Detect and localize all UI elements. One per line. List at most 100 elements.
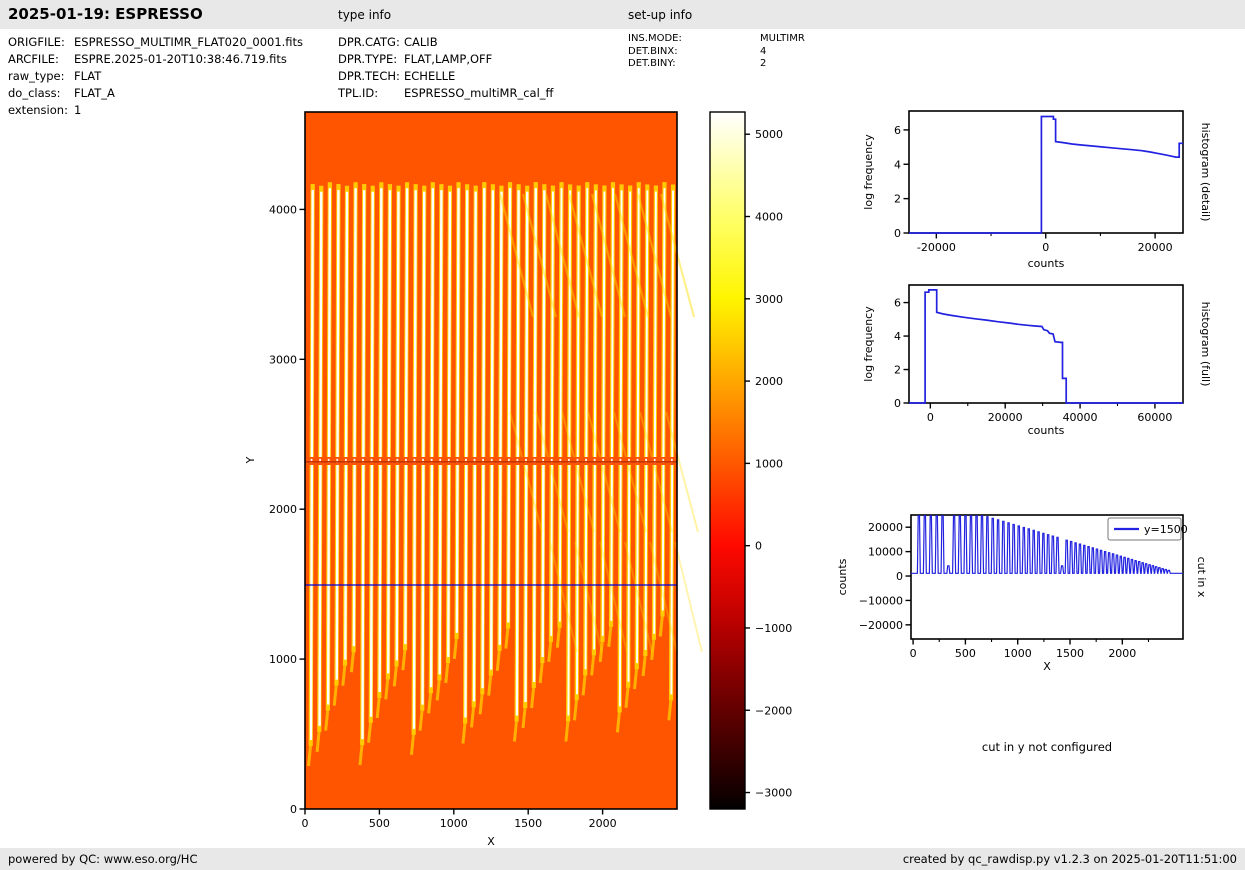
svg-text:1500: 1500 — [514, 817, 542, 830]
svg-text:y=1500: y=1500 — [1144, 523, 1188, 536]
svg-text:500: 500 — [369, 817, 390, 830]
type-info-row: DPR.TYPE: FLAT,LAMP,OFF — [338, 51, 553, 68]
cut-in-x-figure: 0 500 1000 1500 2000 20000 10000 0 −10000 −20000 y… — [836, 514, 1208, 673]
svg-text:2000: 2000 — [755, 375, 783, 388]
setup-info-row: INS.MODE: MULTIMR — [628, 33, 805, 46]
svg-text:500: 500 — [955, 647, 976, 660]
svg-text:0: 0 — [910, 647, 917, 660]
header-bar: 2025-01-19: ESPRESSO type info set-up in… — [0, 0, 1245, 29]
file-info-row: ORIGFILE: ESPRESSO_MULTIMR_FLAT020_0001.f… — [8, 34, 303, 51]
type-info-row: DPR.TECH: ECHELLE — [338, 68, 553, 85]
file-info-value: FLAT — [74, 69, 102, 83]
svg-text:1000: 1000 — [269, 653, 297, 666]
svg-text:1000: 1000 — [755, 457, 783, 470]
setup-info-value: MULTIMR — [760, 33, 805, 44]
svg-text:X: X — [487, 835, 495, 848]
svg-text:0: 0 — [1042, 241, 1049, 254]
type-info-label: DPR.TECH: — [338, 69, 400, 83]
svg-text:0: 0 — [290, 803, 297, 816]
type-info-table: DPR.CATG: CALIB DPR.TYPE: FLAT,LAMP,OFF DPR.… — [338, 34, 553, 102]
histogram-detail-figure: -20000 0 20000 0 2 4 6 counts log frequency histo… — [862, 110, 1212, 270]
hist_detail-curve — [909, 115, 1183, 234]
setup-info-row: DET.BINY: 2 — [628, 58, 805, 71]
setup-info-label: DET.BINX: — [628, 45, 678, 57]
file-info-label: ARCFILE: — [8, 52, 59, 66]
file-info-row: raw_type: FLAT — [8, 68, 303, 85]
histogram-full-figure: 0 20000 40000 60000 0 2 4 6 counts log frequency h… — [862, 284, 1212, 437]
svg-text:histogram (full): histogram (full) — [1199, 302, 1212, 387]
svg-text:2000: 2000 — [1108, 647, 1136, 660]
setup-info-table: INS.MODE: MULTIMR DET.BINX: 4 DET.BINY: 2 — [628, 33, 805, 71]
type-info-label: DPR.TYPE: — [338, 52, 398, 66]
setup-info-heading: set-up info — [628, 8, 693, 22]
hist_full-curve — [909, 289, 1183, 404]
qc-rawdisp-report: 2025-01-19: ESPRESSO type info set-up in… — [0, 0, 1245, 870]
file-info-value: FLAT_A — [74, 86, 115, 100]
svg-text:counts: counts — [1028, 257, 1065, 270]
svg-text:0: 0 — [755, 540, 762, 553]
svg-text:1500: 1500 — [1056, 647, 1084, 660]
svg-text:20000: 20000 — [988, 411, 1023, 424]
svg-text:2000: 2000 — [589, 817, 617, 830]
setup-info-label: INS.MODE: — [628, 33, 682, 44]
file-info-row: ARCFILE: ESPRE.2025-01-20T10:38:46.719.fi… — [8, 51, 303, 68]
svg-text:6: 6 — [894, 124, 901, 137]
type-info-label: DPR.CATG: — [338, 35, 400, 49]
svg-text:0: 0 — [894, 227, 901, 240]
legend: y=1500 — [1107, 517, 1188, 541]
svg-text:1000: 1000 — [440, 817, 468, 830]
svg-text:2000: 2000 — [269, 503, 297, 516]
svg-text:1000: 1000 — [1004, 647, 1032, 660]
type-info-heading: type info — [338, 8, 392, 22]
svg-text:4: 4 — [894, 158, 901, 171]
setup-info-value: 2 — [760, 58, 767, 69]
svg-text:log frequency: log frequency — [862, 306, 875, 382]
raw-frame-heatmap-figure: 0 500 1000 1500 2000 0 1000 2000 3000 4000 X Y 5000 4… — [244, 111, 792, 848]
svg-text:0: 0 — [894, 397, 901, 410]
heatmap-plot — [305, 112, 703, 809]
file-info-value: ESPRE.2025-01-20T10:38:46.719.fits — [74, 52, 287, 66]
svg-text:0: 0 — [927, 411, 934, 424]
type-info-value: ECHELLE — [404, 69, 456, 83]
footer-right-text: created by qc_rawdisp.py v1.2.3 on 2025-… — [902, 852, 1237, 866]
svg-text:−20000: −20000 — [859, 619, 903, 632]
svg-text:4000: 4000 — [269, 203, 297, 216]
file-info-label: raw_type: — [8, 69, 65, 83]
svg-text:−2000: −2000 — [755, 704, 792, 717]
svg-text:0: 0 — [896, 570, 903, 583]
setup-info-label: DET.BINY: — [628, 58, 676, 69]
setup-info-value: 4 — [760, 45, 767, 57]
svg-text:-20000: -20000 — [917, 241, 956, 254]
svg-text:6: 6 — [894, 297, 901, 310]
svg-text:2: 2 — [894, 193, 901, 206]
footer-left-text: powered by QC: www.eso.org/HC — [8, 852, 198, 866]
svg-text:counts: counts — [1028, 424, 1065, 437]
svg-text:Y: Y — [244, 456, 257, 464]
svg-text:4000: 4000 — [755, 211, 783, 224]
svg-text:20000: 20000 — [1138, 241, 1173, 254]
type-info-row: DPR.CATG: CALIB — [338, 34, 553, 51]
file-info-value: ESPRESSO_MULTIMR_FLAT020_0001.fits — [74, 35, 304, 49]
file-info-label: extension: — [8, 103, 68, 117]
svg-text:60000: 60000 — [1137, 411, 1172, 424]
colorbar: 5000 4000 3000 2000 1000 0 −1000 −2000 −3000 — [709, 111, 792, 810]
svg-text:−1000: −1000 — [755, 622, 792, 635]
file-info-value: 1 — [74, 103, 82, 117]
svg-text:log frequency: log frequency — [862, 134, 875, 210]
svg-text:40000: 40000 — [1063, 411, 1098, 424]
svg-text:5000: 5000 — [755, 128, 783, 141]
setup-info-row: DET.BINX: 4 — [628, 46, 805, 59]
svg-text:2: 2 — [894, 364, 901, 377]
cut-in-y-note: cut in y not configured — [981, 740, 1113, 754]
page-title: 2025-01-19: ESPRESSO — [8, 5, 203, 23]
svg-text:cut in x: cut in x — [1195, 557, 1208, 598]
svg-text:counts: counts — [836, 558, 849, 595]
file-info-label: ORIGFILE: — [8, 35, 65, 49]
svg-text:−3000: −3000 — [755, 787, 792, 800]
svg-text:−10000: −10000 — [859, 594, 903, 607]
footer-bar: powered by QC: www.eso.org/HC created by… — [0, 848, 1245, 870]
svg-text:0: 0 — [302, 817, 309, 830]
svg-text:20000: 20000 — [868, 521, 903, 534]
svg-text:X: X — [1043, 660, 1051, 673]
svg-text:10000: 10000 — [868, 546, 903, 559]
